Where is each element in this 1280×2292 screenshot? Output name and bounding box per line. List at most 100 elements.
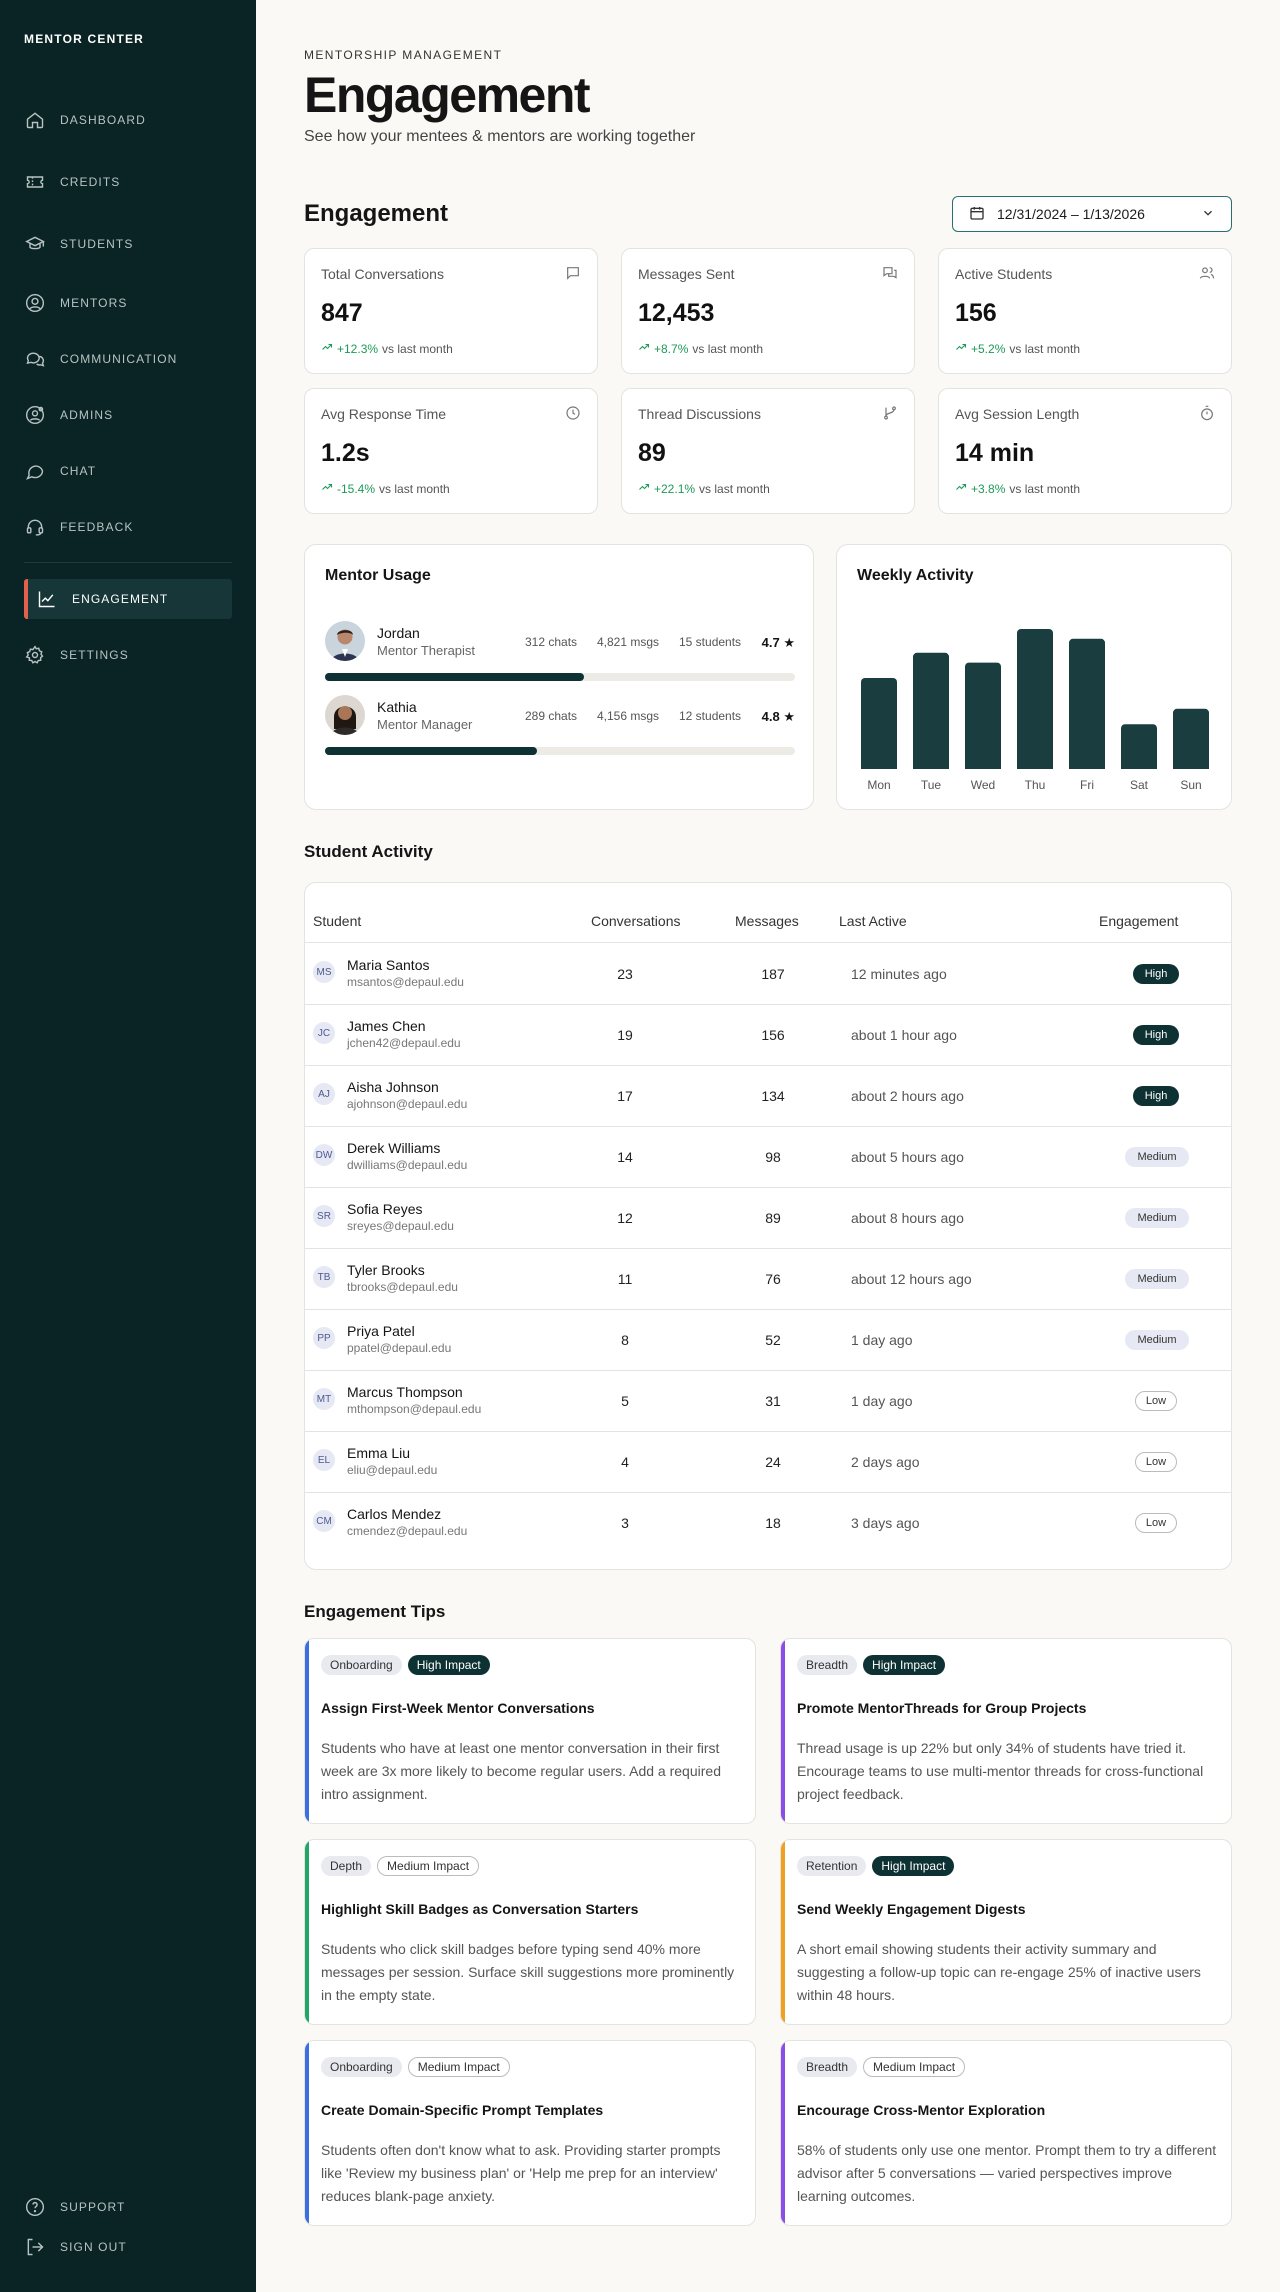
stat-value: 89 [638, 439, 666, 467]
student-email: eliu@depaul.edu [347, 1463, 438, 1477]
sidebar-item-feedback[interactable]: FEEDBACK [24, 507, 232, 547]
student-conversations: 17 [617, 1088, 633, 1104]
tip-card[interactable]: Retention High Impact Send Weekly Engageme… [780, 1839, 1232, 2025]
mentor-rating: 4.7 ★ [761, 635, 795, 650]
stat-trend: +12.3% vs last month [321, 341, 453, 356]
tip-tags: Depth Medium Impact [321, 1856, 480, 1876]
bar-base-sat [1121, 765, 1157, 769]
mentor-role: Mentor Manager [377, 717, 473, 732]
avatar [325, 621, 365, 661]
table-row[interactable]: MT Marcus Thompson mthompson@depaul.edu 5 31… [305, 1371, 1231, 1432]
timer-icon [1199, 405, 1215, 426]
mentor-chats: 312 chats [525, 635, 578, 649]
mentor-row-kathia[interactable]: Kathia Mentor Manager 289 chats 4,156 ms… [325, 695, 795, 755]
page-title: Engagement [304, 67, 591, 123]
stat-label: Thread Discussions [638, 406, 761, 422]
tip-tags: Breadth High Impact [797, 1655, 946, 1675]
table-row[interactable]: EL Emma Liu eliu@depaul.edu 4 24 2 days ago Lo… [305, 1432, 1231, 1493]
column-header-conversations[interactable]: Conversations [591, 913, 681, 929]
tip-card[interactable]: Onboarding Medium Impact Create Domain-Spe… [304, 2040, 756, 2226]
sidebar-item-settings[interactable]: SETTINGS [24, 635, 232, 675]
stat-change: -15.4% [337, 481, 376, 496]
chevron-down-icon [1201, 206, 1215, 223]
avatar: JC [313, 1022, 335, 1044]
tip-title: Encourage Cross-Mentor Exploration [797, 2102, 1046, 2118]
sidebar-item-label: ENGAGEMENT [72, 592, 169, 606]
student-conversations: 5 [621, 1393, 629, 1409]
table-row[interactable]: JC James Chen jchen42@depaul.edu 19 156 about… [305, 1005, 1231, 1066]
tip-card[interactable]: Depth Medium Impact Highlight Skill Badges… [304, 1839, 756, 2025]
chat-bubbles-icon [24, 348, 46, 370]
table-row[interactable]: MS Maria Santos msantos@depaul.edu 23 187 12 … [305, 944, 1231, 1005]
mentor-students: 15 students [679, 635, 742, 649]
student-conversations: 4 [621, 1454, 629, 1470]
chat-bubble-icon [24, 460, 46, 482]
sign-out-link[interactable]: SIGN OUT [24, 2227, 232, 2267]
student-name: Maria Santos [347, 957, 430, 973]
stat-change-suffix: vs last month [1009, 481, 1081, 496]
tip-title: Send Weekly Engagement Digests [797, 1901, 1026, 1917]
avatar: CM [313, 1510, 335, 1532]
bar-base-thu [1017, 765, 1053, 769]
avatar: MS [313, 961, 335, 983]
support-link[interactable]: SUPPORT [24, 2187, 232, 2227]
student-conversations: 11 [617, 1271, 633, 1287]
date-range-picker[interactable]: 12/31/2024 – 1/13/2026 [952, 196, 1232, 232]
sidebar-item-students[interactable]: STUDENTS [24, 224, 232, 264]
stat-label: Avg Session Length [955, 406, 1080, 422]
sidebar-item-engagement[interactable]: ENGAGEMENT [24, 579, 232, 619]
column-header-messages[interactable]: Messages [735, 913, 799, 929]
page-kicker: MENTORSHIP MANAGEMENT [304, 48, 503, 62]
table-row[interactable]: TB Tyler Brooks tbrooks@depaul.edu 11 76 abou… [305, 1249, 1231, 1310]
trend-up-icon [321, 341, 333, 356]
tip-card[interactable]: Onboarding High Impact Assign First-Week M… [304, 1638, 756, 1824]
sidebar-item-communication[interactable]: COMMUNICATION [24, 339, 232, 379]
stat-trend: +3.8% vs last month [955, 481, 1080, 496]
stat-value: 847 [321, 299, 363, 327]
table-row[interactable]: CM Carlos Mendez cmendez@depaul.edu 3 18 3 da… [305, 1493, 1231, 1554]
tip-accent-bar [305, 1639, 309, 1823]
table-row[interactable]: SR Sofia Reyes sreyes@depaul.edu 12 89 about … [305, 1188, 1231, 1249]
engagement-badge: Medium [1125, 1269, 1189, 1289]
tip-accent-bar [781, 1639, 785, 1823]
stat-card-active-students: Active Students 156 +5.2% vs last month [938, 248, 1232, 374]
student-conversations: 12 [617, 1210, 633, 1226]
student-conversations: 14 [617, 1149, 633, 1165]
column-header-engagement[interactable]: Engagement [1099, 913, 1178, 929]
sign-out-label: SIGN OUT [60, 2240, 127, 2254]
engagement-tips-title: Engagement Tips [304, 1602, 446, 1621]
message-square-icon [565, 265, 581, 286]
student-name: Priya Patel [347, 1323, 415, 1339]
sidebar-item-admins[interactable]: ADMINS [24, 395, 232, 435]
sidebar-item-mentors[interactable]: MENTORS [24, 283, 232, 323]
column-header-last-active[interactable]: Last Active [839, 913, 907, 929]
trend-chart-icon [36, 588, 58, 610]
student-email: cmendez@depaul.edu [347, 1524, 468, 1538]
tip-card[interactable]: Breadth Medium Impact Encourage Cross-Ment… [780, 2040, 1232, 2226]
usage-bar-fill [325, 747, 537, 755]
engagement-badge: Low [1135, 1452, 1177, 1472]
engagement-badge: Medium [1125, 1208, 1189, 1228]
engagement-badge: Low [1135, 1391, 1177, 1411]
tip-impact-tag: Medium Impact [863, 2057, 966, 2077]
bar-thu [1017, 629, 1053, 769]
sidebar-item-chat[interactable]: CHAT [24, 451, 232, 491]
sidebar-item-dashboard[interactable]: DASHBOARD [24, 100, 232, 140]
mentor-row-jordan[interactable]: Jordan Mentor Therapist 312 chats 4,821 … [325, 621, 795, 681]
student-last-active: 2 days ago [851, 1454, 920, 1470]
column-header-student[interactable]: Student [313, 913, 361, 929]
student-last-active: 1 day ago [851, 1332, 913, 1348]
messages-icon [882, 265, 898, 286]
tip-category-tag: Depth [321, 1856, 372, 1876]
mentor-rating: 4.8 ★ [761, 709, 795, 724]
table-row[interactable]: PP Priya Patel ppatel@depaul.edu 8 52 1 day a… [305, 1310, 1231, 1371]
sidebar-item-credits[interactable]: CREDITS [24, 162, 232, 202]
table-row[interactable]: AJ Aisha Johnson ajohnson@depaul.edu 17 134 a… [305, 1066, 1231, 1127]
home-icon [24, 109, 46, 131]
tip-card[interactable]: Breadth High Impact Promote MentorThreads … [780, 1638, 1232, 1824]
table-row[interactable]: DW Derek Williams dwilliams@depaul.edu 14 98… [305, 1127, 1231, 1188]
stat-change-suffix: vs last month [379, 481, 450, 496]
users-icon [1199, 265, 1215, 286]
bar-base-tue [913, 765, 949, 769]
weekly-activity-chart: Mon Tue Wed Thu Fri Sat Sun [861, 629, 1209, 792]
